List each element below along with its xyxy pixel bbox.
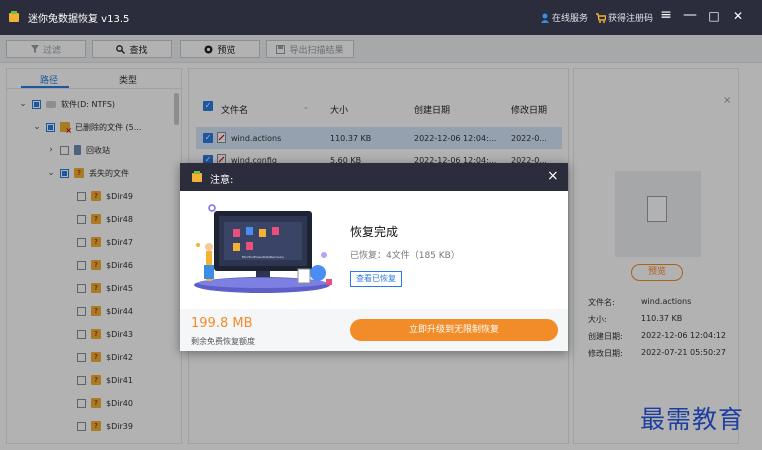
view-recovered-button[interactable]: 查看已恢复 bbox=[350, 271, 402, 287]
recovery-summary: 已恢复：4文件（185 KB） bbox=[350, 251, 460, 261]
app-logo-icon bbox=[9, 11, 19, 22]
get-code-link[interactable]: 获得注册码 bbox=[596, 11, 653, 24]
remaining-quota: 199.8 MB bbox=[191, 316, 253, 331]
user-icon bbox=[541, 13, 549, 23]
watermark: 最需教育 bbox=[640, 405, 745, 434]
dialog-title: 注意: bbox=[210, 175, 234, 186]
dialog-heading: 恢复完成 bbox=[350, 225, 399, 239]
dialog-header: 注意: × bbox=[180, 163, 568, 191]
upgrade-button[interactable]: 立即升级到无限制恢复 bbox=[350, 319, 558, 341]
app-title: 迷你兔数据恢复 v13.5 bbox=[28, 14, 130, 25]
menu-icon[interactable]: ≡ bbox=[658, 7, 674, 23]
online-service-link[interactable]: 在线服务 bbox=[540, 11, 588, 24]
minimize-button[interactable]: — bbox=[682, 7, 698, 23]
app-logo-icon bbox=[192, 171, 202, 182]
dialog-footer: 199.8 MB 剩余免费恢复额度 立即升级到无限制恢复 bbox=[180, 309, 568, 351]
recovery-complete-dialog: 注意: × MiniToolPowerDataRecovery 恢复完成 已恢复… bbox=[180, 163, 568, 351]
title-bar: 迷你兔数据恢复 v13.5 在线服务 获得注册码 ≡ — □ ✕ bbox=[0, 0, 762, 35]
recovery-illustration: MiniToolPowerDataRecovery bbox=[194, 204, 332, 293]
remaining-quota-caption: 剩余免费恢复额度 bbox=[191, 337, 255, 346]
maximize-button[interactable]: □ bbox=[706, 9, 722, 23]
get-code-label: 获得注册码 bbox=[608, 14, 654, 24]
illustration-caption: MiniToolPowerDataRecovery bbox=[242, 255, 284, 259]
cart-icon bbox=[596, 12, 606, 23]
online-service-label: 在线服务 bbox=[552, 14, 589, 24]
dialog-close-icon[interactable]: × bbox=[547, 168, 559, 184]
close-button[interactable]: ✕ bbox=[730, 9, 746, 23]
